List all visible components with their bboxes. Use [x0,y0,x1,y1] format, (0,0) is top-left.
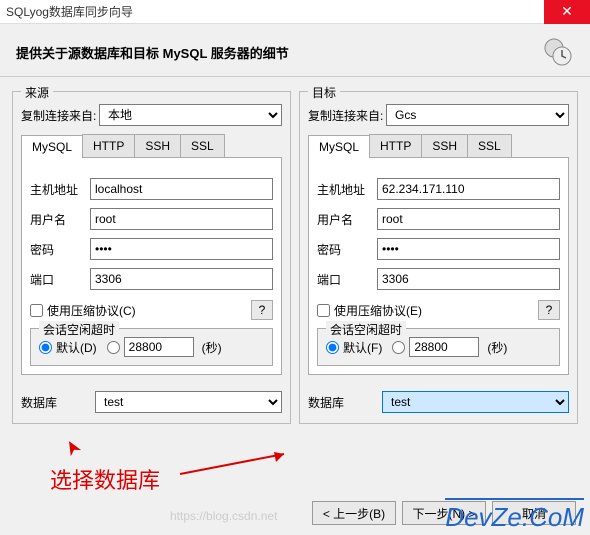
next-button[interactable]: 下一步(N) > [402,501,486,525]
window-title: SQLyog数据库同步向导 [6,3,544,20]
tgt-host-label: 主机地址 [317,181,377,198]
source-panel: 来源 复制连接来自: 本地 MySQL HTTP SSH SSL 主机地址 用户… [12,91,291,424]
src-timeout-input[interactable] [124,337,194,357]
tgt-tab-mysql[interactable]: MySQL [308,135,370,158]
tgt-seconds-label: (秒) [487,339,507,356]
source-legend: 来源 [21,84,53,101]
tab-mysql[interactable]: MySQL [21,135,83,158]
wizard-buttons: < 上一步(B) 下一步(N) > 取消 [312,501,576,525]
title-bar: SQLyog数据库同步向导 ✕ [0,0,590,24]
tgt-default-radio[interactable] [326,341,339,354]
back-button[interactable]: < 上一步(B) [312,501,396,525]
tgt-compress-checkbox[interactable] [317,304,330,317]
source-tab-body: 主机地址 用户名 密码 端口 使用压缩协议(C) ? 会话空闲超时 默认(D) … [21,158,282,375]
src-seconds-label: (秒) [202,339,222,356]
tgt-tab-ssl[interactable]: SSL [467,134,512,157]
src-idle-legend: 会话空闲超时 [39,321,119,338]
target-tab-body: 主机地址 用户名 密码 端口 使用压缩协议(E) ? 会话空闲超时 默认(F) … [308,158,569,375]
src-user-input[interactable] [90,208,273,230]
arrow-right-icon [180,450,300,480]
watermark-url: https://blog.csdn.net [170,509,277,523]
target-panel: 目标 复制连接来自: Gcs MySQL HTTP SSH SSL 主机地址 用… [299,91,578,424]
tgt-host-input[interactable] [377,178,560,200]
tgt-tab-http[interactable]: HTTP [369,134,422,157]
src-port-label: 端口 [30,271,90,288]
tgt-port-input[interactable] [377,268,560,290]
src-pass-input[interactable] [90,238,273,260]
src-pass-label: 密码 [30,241,90,258]
tab-http[interactable]: HTTP [82,134,135,157]
src-custom-radio[interactable] [107,341,120,354]
sync-icon [542,36,574,68]
src-db-select[interactable]: test [95,391,282,413]
src-port-input[interactable] [90,268,273,290]
arrow-local-icon [65,440,81,460]
tgt-idle-group: 会话空闲超时 默认(F) (秒) [317,328,560,366]
tgt-idle-legend: 会话空闲超时 [326,321,406,338]
src-default-label: 默认(D) [56,339,97,356]
header: 提供关于源数据库和目标 MySQL 服务器的细节 [0,24,590,77]
close-button[interactable]: ✕ [544,0,590,24]
tgt-help-button[interactable]: ? [538,300,560,320]
tgt-port-label: 端口 [317,271,377,288]
tgt-user-label: 用户名 [317,211,377,228]
src-user-label: 用户名 [30,211,90,228]
tgt-compress-label: 使用压缩协议(E) [334,302,422,319]
tgt-user-input[interactable] [377,208,560,230]
src-host-input[interactable] [90,178,273,200]
tab-ssh[interactable]: SSH [134,134,181,157]
target-legend: 目标 [308,84,340,101]
tgt-db-label: 数据库 [308,394,382,411]
tgt-pass-label: 密码 [317,241,377,258]
source-copy-select[interactable]: 本地 [99,104,282,126]
help-button[interactable]: ? [251,300,273,320]
src-host-label: 主机地址 [30,181,90,198]
source-copy-label: 复制连接来自: [21,107,99,124]
tgt-default-label: 默认(F) [343,339,382,356]
cancel-button[interactable]: 取消 [492,501,576,525]
target-copy-select[interactable]: Gcs [386,104,569,126]
tgt-tab-ssh[interactable]: SSH [421,134,468,157]
tgt-custom-radio[interactable] [392,341,405,354]
src-idle-group: 会话空闲超时 默认(D) (秒) [30,328,273,366]
tgt-pass-input[interactable] [377,238,560,260]
target-copy-label: 复制连接来自: [308,107,386,124]
tab-ssl[interactable]: SSL [180,134,225,157]
source-tabs: MySQL HTTP SSH SSL [21,134,282,158]
src-db-label: 数据库 [21,394,95,411]
header-text: 提供关于源数据库和目标 MySQL 服务器的细节 [16,43,542,62]
src-default-radio[interactable] [39,341,52,354]
tgt-db-select[interactable]: test [382,391,569,413]
target-tabs: MySQL HTTP SSH SSL [308,134,569,158]
src-compress-label: 使用压缩协议(C) [47,302,136,319]
src-compress-checkbox[interactable] [30,304,43,317]
tgt-timeout-input[interactable] [409,337,479,357]
annotation-select-db: 选择数据库 [50,463,160,495]
